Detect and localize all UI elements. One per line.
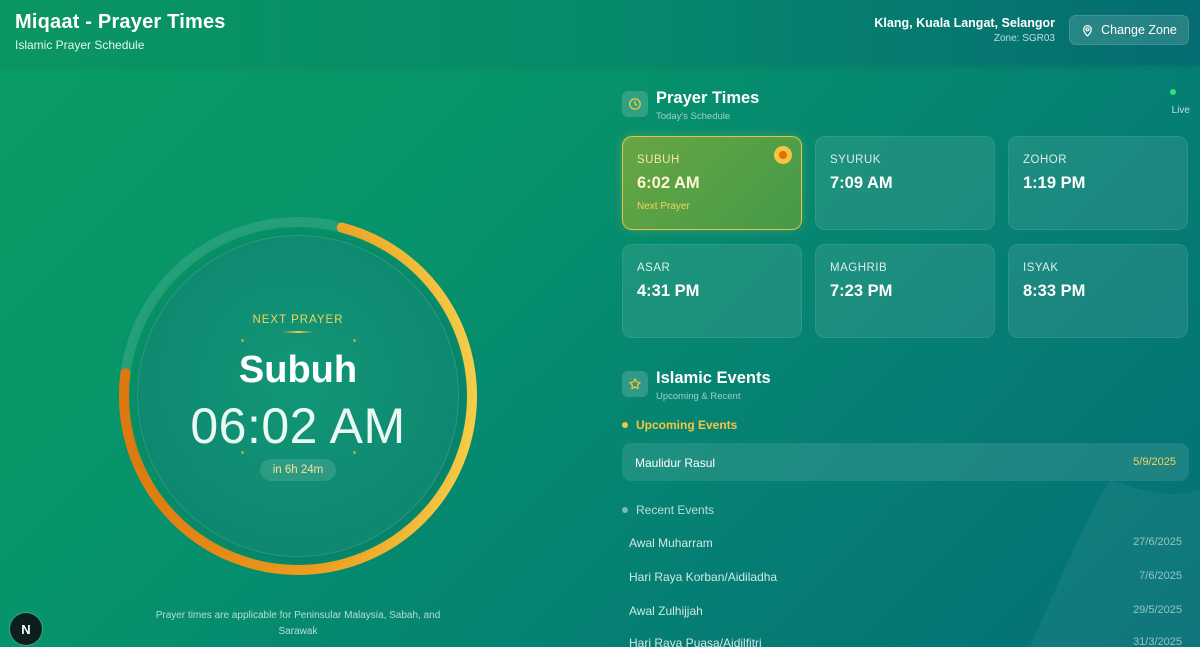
location-zone: Zone: SGR03 (993, 33, 1055, 44)
event-date: 29/5/2025 (1133, 604, 1182, 616)
live-indicator-label: Live (1171, 105, 1190, 116)
prayer-card-syuruk[interactable]: SYURUK 7:09 AM (815, 136, 995, 230)
active-prayer-dot-icon (774, 146, 792, 164)
location-info: Klang, Kuala Langat, Selangor Zone: SGR0… (874, 16, 1055, 44)
upcoming-bullet-icon (622, 422, 628, 428)
app-subtitle: Islamic Prayer Schedule (15, 38, 145, 52)
ring-face (137, 235, 459, 557)
prayer-time: 7:09 AM (830, 174, 893, 192)
recent-event-row[interactable]: Awal Muharram 27/6/2025 (622, 528, 1189, 558)
app-title: Miqaat - Prayer Times (15, 11, 226, 33)
next-prayer-marker: Next Prayer (637, 201, 690, 212)
prayer-name: ZOHOR (1023, 154, 1068, 166)
prayer-name: SYURUK (830, 154, 881, 166)
recent-event-row[interactable]: Awal Zulhijjah 29/5/2025 (622, 596, 1189, 626)
recent-event-row[interactable]: Hari Raya Korban/Aidiladha 7/6/2025 (622, 562, 1189, 592)
prayer-section-icon (622, 91, 648, 117)
clock-icon (629, 98, 641, 110)
events-section-icon (622, 371, 648, 397)
event-date: 7/6/2025 (1139, 570, 1182, 582)
recent-bullet-icon (622, 507, 628, 513)
next-prayer-ring: NEXT PRAYER Subuh 06:02 AM in 6h 24m (117, 215, 479, 577)
event-date: 31/3/2025 (1133, 636, 1182, 647)
prayer-card-subuh[interactable]: SUBUH 6:02 AM Next Prayer (622, 136, 802, 230)
upcoming-events-heading: Upcoming Events (622, 418, 737, 432)
recent-event-row[interactable]: Hari Raya Puasa/Aidilfitri 31/3/2025 (622, 628, 1189, 647)
upcoming-events-label: Upcoming Events (636, 418, 738, 432)
next-prayer-label: NEXT PRAYER (252, 314, 344, 326)
change-zone-label: Change Zone (1101, 23, 1177, 37)
prayer-time: 8:33 PM (1023, 282, 1086, 300)
ring-tick (241, 339, 244, 342)
prayer-card-zohor[interactable]: ZOHOR 1:19 PM (1008, 136, 1188, 230)
prayer-time: 7:23 PM (830, 282, 893, 300)
event-date: 27/6/2025 (1133, 536, 1182, 548)
next-prayer-name: Subuh (238, 349, 358, 391)
prayer-time: 4:31 PM (637, 282, 700, 300)
prayer-time: 1:19 PM (1023, 174, 1086, 192)
event-name: Maulidur Rasul (635, 456, 716, 470)
event-name: Awal Muharram (629, 536, 713, 550)
event-name: Hari Raya Korban/Aidiladha (629, 570, 778, 584)
prayer-name: SUBUH (637, 154, 680, 166)
change-zone-button[interactable]: Change Zone (1069, 15, 1189, 45)
event-name: Awal Zulhijjah (629, 604, 703, 618)
events-section-title: Islamic Events (656, 369, 771, 387)
prayer-section-subtitle: Today's Schedule (656, 111, 731, 122)
live-indicator-dot (1170, 89, 1176, 95)
prayer-time: 6:02 AM (637, 174, 700, 192)
recent-events-heading: Recent Events (622, 503, 714, 517)
prayer-card-asar[interactable]: ASAR 4:31 PM (622, 244, 802, 338)
location-name: Klang, Kuala Langat, Selangor (874, 16, 1055, 30)
map-pin-icon (1083, 24, 1092, 37)
prayer-card-isyak[interactable]: ISYAK 8:33 PM (1008, 244, 1188, 338)
prayer-card-maghrib[interactable]: MAGHRIB 7:23 PM (815, 244, 995, 338)
next-prayer-time: 06:02 AM (190, 398, 406, 454)
prayer-name: ISYAK (1023, 262, 1059, 274)
prayer-section-title: Prayer Times (656, 89, 760, 107)
event-name: Hari Raya Puasa/Aidilfitri (629, 636, 762, 647)
dev-badge[interactable]: N (10, 613, 42, 645)
ring-tick (353, 339, 356, 342)
events-section-subtitle: Upcoming & Recent (656, 391, 741, 402)
prayer-name: MAGHRIB (830, 262, 888, 274)
prayer-name: ASAR (637, 262, 671, 274)
upcoming-event-row[interactable]: Maulidur Rasul 5/9/2025 (622, 443, 1189, 481)
countdown-badge: in 6h 24m (260, 459, 336, 481)
coverage-footnote: Prayer times are applicable for Peninsul… (155, 610, 441, 637)
event-date: 5/9/2025 (1133, 456, 1176, 468)
app-header: Miqaat - Prayer Times Islamic Prayer Sch… (0, 0, 1200, 65)
next-prayer-underline (282, 331, 314, 333)
star-icon (629, 378, 641, 390)
recent-events-label: Recent Events (636, 503, 715, 517)
